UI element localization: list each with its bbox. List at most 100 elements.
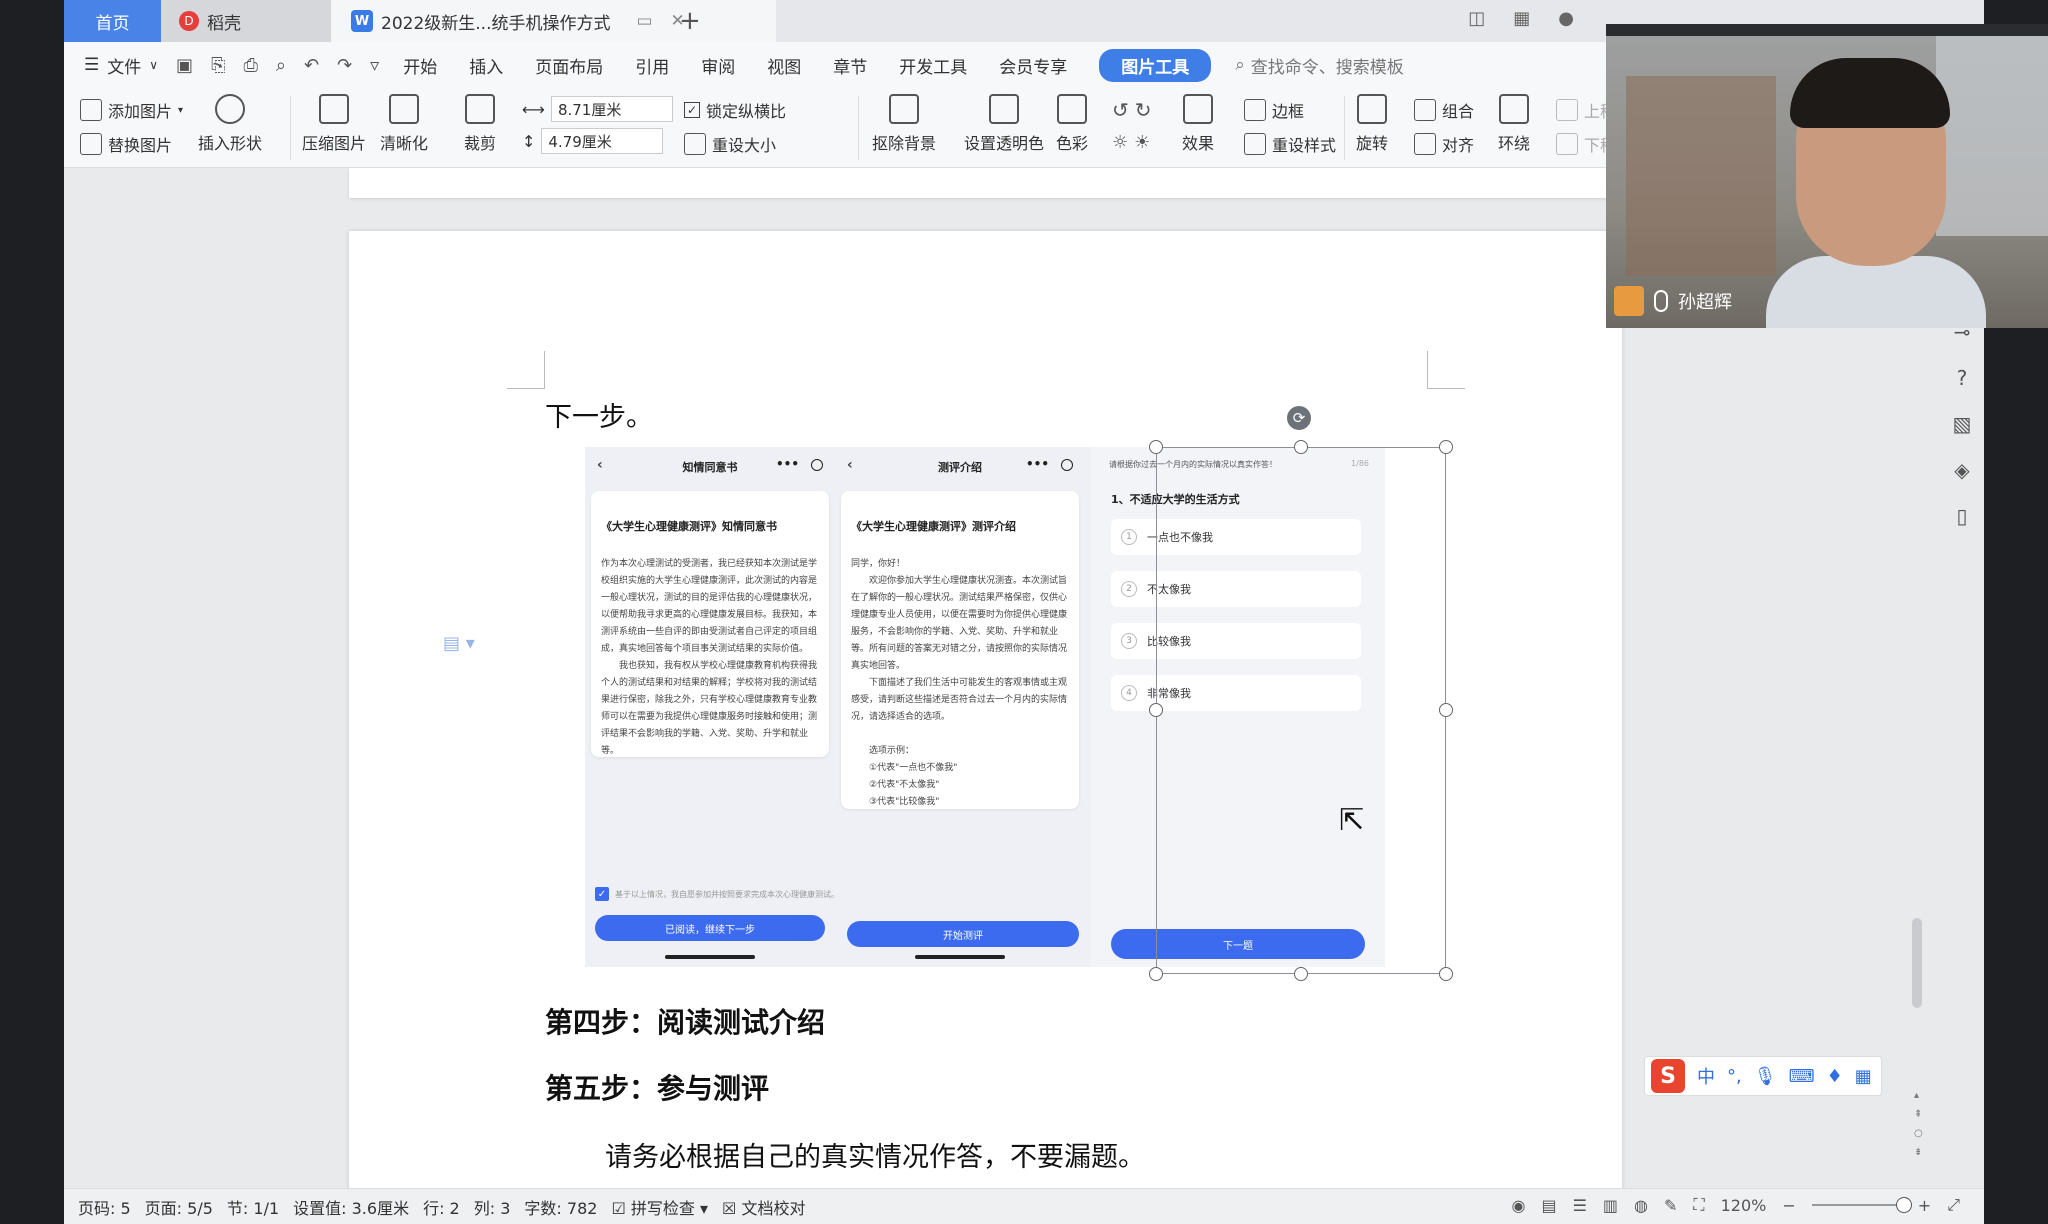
status-word-count[interactable]: 字数: 782	[524, 1195, 597, 1219]
resize-handle[interactable]	[1149, 967, 1163, 981]
undo-icon[interactable]: ↶	[304, 55, 319, 76]
reset-style-button[interactable]: 重设样式	[1244, 132, 1336, 156]
menu-item-developer[interactable]: 开发工具	[899, 53, 967, 78]
screen-icon[interactable]: ▭	[636, 11, 652, 31]
image-tool-icon[interactable]: ▧	[1953, 412, 1972, 436]
border-button[interactable]: 边框	[1244, 98, 1304, 122]
brightness-up-icon[interactable]: ☼	[1112, 132, 1128, 153]
width-input[interactable]: 8.71厘米	[550, 96, 673, 122]
add-image-button[interactable]: 添加图片 ▾	[80, 98, 183, 122]
resize-handle[interactable]	[1439, 440, 1453, 454]
resize-handle[interactable]	[1294, 967, 1308, 981]
brightness-buttons[interactable]: ☼ ☀	[1112, 132, 1150, 153]
resize-handle[interactable]	[1294, 440, 1308, 454]
sogou-logo-icon[interactable]: S	[1651, 1059, 1685, 1093]
page-view-icon[interactable]: ▤	[1541, 1196, 1556, 1215]
paragraph-next-step[interactable]: 下一步。	[545, 395, 653, 434]
command-search[interactable]: ⌕ 查找命令、搜索模板	[1235, 53, 1404, 78]
resize-handle[interactable]	[1149, 440, 1163, 454]
save-icon[interactable]: ▣	[176, 55, 193, 76]
avatar[interactable]: ●	[1558, 8, 1574, 29]
lock-ratio-checkbox[interactable]: ✓ 锁定纵横比	[684, 98, 786, 122]
rotate-right-icon[interactable]: ↻	[1135, 98, 1152, 122]
menu-item-insert[interactable]: 插入	[469, 53, 503, 78]
brightness-down-icon[interactable]: ☀	[1134, 132, 1150, 153]
zoom-level[interactable]: 120%	[1721, 1196, 1767, 1215]
zoom-slider-knob[interactable]	[1895, 1197, 1912, 1213]
location-icon[interactable]: ◈	[1954, 458, 1969, 482]
fullscreen-icon[interactable]: ⤢	[1947, 1195, 1960, 1215]
wrap-button[interactable]: 环绕	[1498, 94, 1530, 154]
resize-handle[interactable]	[1149, 703, 1163, 717]
keyboard-icon[interactable]: ⌨	[1789, 1066, 1815, 1087]
tab-daoke[interactable]: D 稻壳	[161, 0, 331, 42]
new-tab-icon[interactable]: +	[679, 6, 701, 36]
crop-button[interactable]: 裁剪	[464, 94, 496, 154]
scroll-up-icon[interactable]: ▴	[1914, 1090, 1923, 1101]
paragraph-layout-icon[interactable]: ▤ ▾	[443, 633, 475, 654]
height-field[interactable]: ↕ 4.79厘米	[522, 128, 664, 154]
webcam-overlay[interactable]: 孙超辉	[1606, 24, 2048, 328]
menu-item-member[interactable]: 会员专享	[999, 53, 1067, 78]
tab-picture-tools[interactable]: 图片工具	[1099, 48, 1212, 82]
menu-item-review[interactable]: 审阅	[701, 53, 735, 78]
height-input[interactable]: 4.79厘米	[541, 128, 664, 154]
paragraph-note[interactable]: 请务必根据自己的真实情况作答，不要漏题。	[605, 1135, 1145, 1174]
vertical-scrollbar[interactable]	[1912, 918, 1922, 1008]
zoom-out-icon[interactable]: −	[1782, 1196, 1795, 1215]
book-icon[interactable]: ▯	[1956, 504, 1967, 528]
remove-background-button[interactable]: 抠除背景	[872, 94, 936, 154]
export-icon[interactable]: ⎘	[211, 55, 225, 76]
heading-step-4[interactable]: 第四步：阅读测试介绍	[545, 1001, 825, 1041]
insert-shape-button[interactable]: 插入形状	[198, 94, 262, 154]
group-button[interactable]: 组合	[1414, 98, 1474, 122]
web-view-icon[interactable]: ◍	[1634, 1196, 1648, 1215]
eye-protection-icon[interactable]: ◉	[1511, 1196, 1525, 1215]
microphone-icon[interactable]: 🎙	[1754, 1066, 1777, 1087]
next-page-icon[interactable]: ⇟	[1914, 1147, 1923, 1158]
print-preview-icon[interactable]: ⌕	[276, 55, 286, 76]
replace-image-button[interactable]: 替换图片	[80, 132, 172, 156]
tab-home[interactable]: 首页	[64, 0, 161, 42]
select-browse-icon[interactable]: ○	[1914, 1128, 1923, 1139]
document-page[interactable]: 下一步。 ▤ ▾ ‹ 知情同意书 ••• 《大学生心理健康测评》知情同意书 作为…	[349, 231, 1622, 1188]
skin-icon[interactable]: ♦	[1827, 1066, 1843, 1087]
more-icon[interactable]: ▿	[370, 55, 379, 76]
compress-button[interactable]: 压缩图片	[302, 94, 366, 154]
help-icon[interactable]: ?	[1957, 366, 1968, 390]
layout-icon[interactable]: ◫	[1468, 8, 1485, 29]
ime-mode[interactable]: 中	[1697, 1063, 1715, 1089]
apps-grid-icon[interactable]: ▦	[1513, 8, 1530, 29]
effects-button[interactable]: 效果	[1182, 94, 1214, 154]
write-mode-icon[interactable]: ✎	[1664, 1196, 1677, 1215]
menu-item-start[interactable]: 开始	[403, 53, 437, 78]
resize-handle[interactable]	[1439, 703, 1453, 717]
menu-item-view[interactable]: 视图	[767, 53, 801, 78]
status-pages[interactable]: 页面: 5/5	[145, 1195, 213, 1219]
rotate-buttons[interactable]: ↺ ↻	[1112, 98, 1152, 122]
zoom-slider[interactable]	[1811, 1197, 1912, 1213]
toolbox-icon[interactable]: ▦	[1855, 1066, 1872, 1087]
zoom-in-icon[interactable]: +	[1918, 1196, 1931, 1215]
reset-size-button[interactable]: 重设大小	[684, 132, 776, 156]
menu-item-references[interactable]: 引用	[635, 53, 669, 78]
color-button[interactable]: 色彩	[1056, 94, 1088, 154]
rotate-left-icon[interactable]: ↺	[1112, 98, 1129, 122]
align-button[interactable]: 对齐	[1414, 132, 1474, 156]
prev-page-icon[interactable]: ⇞	[1914, 1109, 1923, 1120]
punctuation-icon[interactable]: °,	[1727, 1066, 1742, 1087]
image-selection-frame[interactable]	[1156, 447, 1446, 974]
rotate-handle-icon[interactable]: ⟳	[1287, 406, 1311, 430]
tab-document[interactable]: W 2022级新生...统手机操作方式 ▭ ✕	[331, 0, 776, 42]
resize-handle[interactable]	[1439, 967, 1453, 981]
rotate-button[interactable]: 旋转	[1356, 94, 1388, 154]
fit-page-icon[interactable]: ⛶	[1693, 1195, 1704, 1215]
file-menu[interactable]: ☰ 文件 ∨	[84, 53, 158, 78]
outline-view-icon[interactable]: ☰	[1573, 1196, 1587, 1215]
menu-item-chapter[interactable]: 章节	[833, 53, 867, 78]
spell-check-button[interactable]: ☑ 拼写检查 ▾	[611, 1195, 708, 1219]
proofread-button[interactable]: ☒ 文档校对	[722, 1195, 805, 1219]
sharpen-button[interactable]: 清晰化	[380, 94, 428, 154]
print-icon[interactable]: ⎙	[243, 55, 257, 76]
reading-view-icon[interactable]: ▥	[1603, 1196, 1618, 1215]
